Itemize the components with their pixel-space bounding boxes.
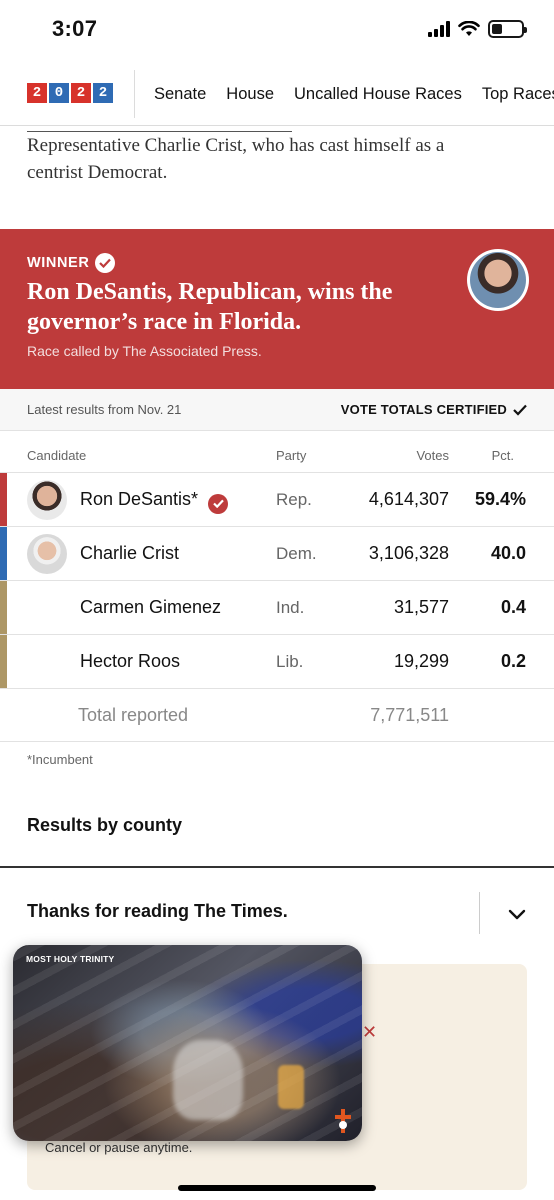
status-icons bbox=[428, 20, 527, 38]
certified-text: VOTE TOTALS CERTIFIED bbox=[340, 402, 507, 417]
party-color-bar bbox=[0, 527, 7, 580]
table-row: Carmen Gimenez Ind. 31,577 0.4 bbox=[0, 580, 554, 634]
candidate-pct: 0.4 bbox=[500, 597, 526, 617]
header-party: Party bbox=[276, 448, 307, 463]
video-frame-lantern bbox=[278, 1065, 304, 1109]
candidate-votes: 3,106,328 bbox=[368, 543, 449, 563]
battery-icon bbox=[488, 20, 527, 38]
article-text: Representative Charlie Crist, who has ca… bbox=[27, 128, 527, 186]
checkmark-icon bbox=[513, 404, 527, 416]
candidate-avatar bbox=[27, 534, 67, 574]
cross-logo-icon bbox=[335, 1109, 351, 1133]
race-called-by: Race called by The Associated Press. bbox=[27, 343, 262, 359]
home-indicator bbox=[178, 1185, 376, 1191]
total-row: Total reported 7,771,511 bbox=[0, 688, 554, 742]
election-nav-bar: 2 0 2 2 Senate House Uncalled House Race… bbox=[0, 62, 554, 126]
logo-digit: 0 bbox=[48, 82, 70, 104]
article-line: Representative Charlie Crist, who has ca… bbox=[27, 135, 445, 156]
table-row: Ron DeSantis* Rep. 4,614,307 59.4% bbox=[0, 472, 554, 526]
candidate-party: Rep. bbox=[276, 490, 312, 509]
latest-results-date: Latest results from Nov. 21 bbox=[27, 402, 182, 417]
chevron-down-icon[interactable] bbox=[505, 902, 529, 926]
vote-totals-certified: VOTE TOTALS CERTIFIED bbox=[341, 402, 527, 417]
offer-accent-icon: ✕ bbox=[362, 1022, 378, 1042]
candidate-name: Ron DeSantis* bbox=[80, 489, 229, 514]
cancel-anytime-text: Cancel or pause anytime. bbox=[45, 1140, 193, 1155]
candidate-pct: 0.2 bbox=[500, 651, 526, 671]
nav-item-top-races[interactable]: Top Races bbox=[482, 85, 554, 104]
total-label: Total reported bbox=[78, 705, 189, 725]
party-color-bar bbox=[0, 635, 7, 688]
election-2022-logo[interactable]: 2 0 2 2 bbox=[26, 82, 114, 104]
party-color-bar bbox=[0, 581, 7, 634]
status-bar: 3:07 bbox=[0, 0, 554, 62]
table-row: Charlie Crist Dem. 3,106,328 40.0 bbox=[0, 526, 554, 580]
candidate-name: Hector Roos bbox=[80, 651, 181, 671]
incumbent-note: *Incumbent bbox=[27, 752, 93, 767]
header-candidate: Candidate bbox=[27, 448, 87, 463]
wifi-icon bbox=[458, 21, 480, 36]
table-row: Hector Roos Lib. 19,299 0.2 bbox=[0, 634, 554, 688]
sheet-title: Thanks for reading The Times. bbox=[27, 901, 288, 921]
party-color-bar bbox=[0, 473, 7, 526]
article-line: centrist Democrat. bbox=[27, 162, 168, 183]
candidate-name-text: Ron DeSantis* bbox=[80, 489, 199, 509]
picture-in-picture-video[interactable]: MOST HOLY TRINITY bbox=[13, 945, 362, 1141]
results-meta-bar: Latest results from Nov. 21 VOTE TOTALS … bbox=[0, 389, 554, 431]
candidate-party: Lib. bbox=[276, 652, 304, 671]
winner-avatar bbox=[467, 249, 529, 311]
winner-banner: WINNER Ron DeSantis, Republican, wins th… bbox=[0, 229, 554, 389]
candidate-name: Charlie Crist bbox=[80, 543, 180, 563]
logo-digit: 2 bbox=[70, 82, 92, 104]
candidate-votes: 31,577 bbox=[393, 597, 449, 617]
header-votes: Votes bbox=[416, 448, 449, 463]
video-frame-figure bbox=[173, 1040, 243, 1120]
nav-item-senate[interactable]: Senate bbox=[154, 85, 206, 104]
logo-digit: 2 bbox=[26, 82, 48, 104]
winner-check-icon bbox=[208, 493, 229, 514]
sheet-divider bbox=[479, 892, 480, 934]
nav-divider bbox=[134, 70, 135, 118]
candidate-avatar bbox=[27, 480, 67, 520]
nav-items: Senate House Uncalled House Races Top Ra… bbox=[154, 85, 554, 104]
candidate-pct: 40.0 bbox=[490, 543, 526, 563]
video-title: MOST HOLY TRINITY bbox=[26, 954, 115, 964]
header-pct: Pct. bbox=[491, 448, 514, 463]
candidate-votes: 4,614,307 bbox=[368, 489, 449, 509]
logo-digit: 2 bbox=[92, 82, 114, 104]
cellular-signal-icon bbox=[428, 21, 450, 37]
winner-label: WINNER bbox=[27, 253, 116, 273]
nav-item-house[interactable]: House bbox=[226, 85, 274, 104]
nav-item-uncalled-house-races[interactable]: Uncalled House Races bbox=[294, 85, 462, 104]
results-table-header: Candidate Party Votes Pct. bbox=[0, 440, 554, 470]
candidate-pct: 59.4% bbox=[474, 489, 526, 509]
checkmark-icon bbox=[95, 253, 116, 273]
candidate-name: Carmen Gimenez bbox=[80, 597, 222, 617]
candidate-votes: 19,299 bbox=[393, 651, 449, 671]
candidate-party: Ind. bbox=[276, 598, 305, 617]
total-votes: 7,771,511 bbox=[370, 705, 449, 725]
winner-headline: Ron DeSantis, Republican, wins the gover… bbox=[27, 279, 393, 335]
winner-label-text: WINNER bbox=[27, 255, 90, 271]
candidate-party: Dem. bbox=[276, 544, 317, 563]
status-time: 3:07 bbox=[52, 16, 98, 41]
results-by-county-heading[interactable]: Results by county bbox=[27, 815, 182, 836]
